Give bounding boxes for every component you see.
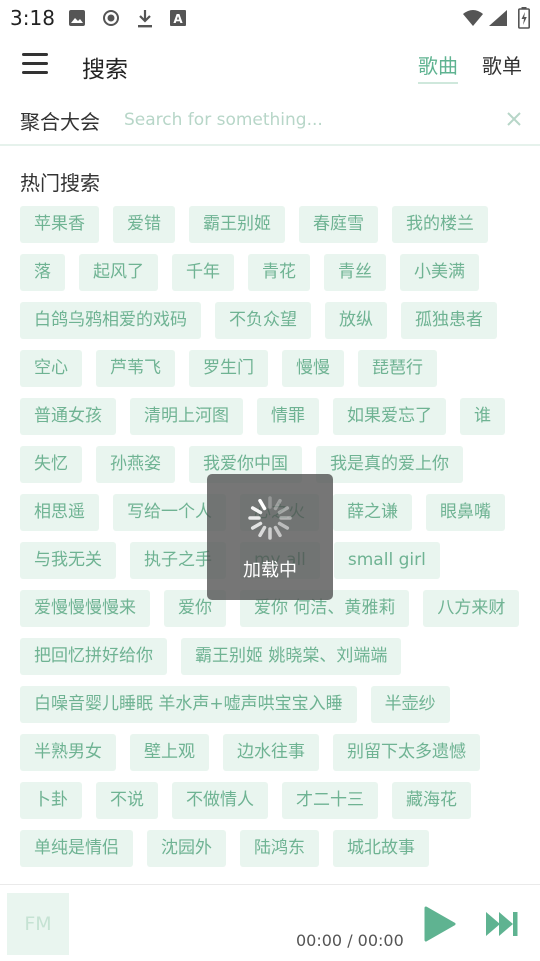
loading-text: 加载中 [243, 560, 297, 581]
page-title: 搜索 [82, 57, 128, 83]
hot-search-tag[interactable]: 清明上河图 [130, 398, 243, 435]
hot-search-tag[interactable]: 单纯是情侣 [20, 830, 133, 867]
a-icon: A [170, 10, 186, 26]
hot-search-tag[interactable]: 陆鸿东 [240, 830, 319, 867]
menu-icon[interactable] [22, 53, 48, 75]
signal-icon [489, 10, 507, 26]
spinner-tick [250, 521, 263, 530]
hot-search-tag[interactable]: 不说 [96, 782, 158, 819]
wifi-icon [463, 10, 483, 26]
tab-playlists-label: 歌单 [482, 54, 522, 78]
hot-search-tag[interactable]: 相思遥 [20, 494, 99, 531]
hot-search-tag[interactable]: 青丝 [324, 254, 386, 291]
album-cover[interactable]: FM [7, 893, 69, 955]
hot-search-tag[interactable]: 半壶纱 [370, 686, 450, 723]
hot-search-tag[interactable]: 如果爱忘了 [333, 398, 446, 435]
clear-icon[interactable] [505, 110, 523, 128]
spinner-tick [277, 506, 290, 515]
hot-search-tag[interactable]: 芦苇飞 [96, 350, 175, 387]
hot-search-tag[interactable]: 孙燕姿 [96, 446, 175, 483]
spinner-tick [277, 521, 290, 530]
status-bar: 3:18 A [0, 0, 540, 36]
spinner-icon [248, 496, 292, 540]
hot-search-tag[interactable]: 我是真的爱上你 [316, 446, 463, 483]
hot-search-tag[interactable]: 不做情人 [172, 782, 268, 819]
search-bar: 聚合大会 [0, 96, 540, 146]
hot-search-tag[interactable]: 爱慢慢慢慢来 [20, 590, 150, 627]
search-source-label[interactable]: 聚合大会 [20, 106, 100, 135]
hot-search-tag[interactable]: 谁 [460, 398, 505, 435]
hot-search-tag[interactable]: 八方来财 [423, 590, 520, 627]
loading-overlay: 加载中 [207, 474, 333, 600]
tab-songs-label: 歌曲 [418, 54, 458, 78]
hot-search-tag[interactable]: 普通女孩 [20, 398, 116, 435]
hot-search-tag[interactable]: 城北故事 [333, 830, 429, 867]
hot-search-tag[interactable]: 薛之谦 [333, 494, 412, 531]
hot-search-tag[interactable]: 壁上观 [130, 734, 209, 771]
tab-playlists[interactable]: 歌单 [482, 50, 522, 79]
hot-search-tag[interactable]: 苹果香 [20, 206, 99, 243]
hot-search-tag[interactable]: 情罪 [257, 398, 319, 435]
hot-search-tag[interactable]: 青花 [248, 254, 310, 291]
hot-search-tag[interactable]: 琵琶行 [358, 350, 437, 387]
hot-search-tag[interactable]: 落 [20, 254, 65, 291]
spinner-tick [273, 525, 282, 538]
spinner-tick [258, 525, 267, 538]
hot-search-tag[interactable]: small girl [333, 542, 440, 579]
hot-search-tag[interactable]: 眼鼻嘴 [426, 494, 505, 531]
hot-search-tag[interactable]: 千年 [172, 254, 234, 291]
download-icon [138, 10, 152, 28]
spinner-tick [273, 498, 282, 511]
top-bar: 搜索 歌曲 歌单 [0, 36, 540, 96]
play-icon[interactable] [420, 905, 458, 943]
hot-search-tag[interactable]: 起风了 [79, 254, 158, 291]
hot-search-tag[interactable]: 藏海花 [392, 782, 471, 819]
hot-search-tag[interactable]: 空心 [20, 350, 82, 387]
hot-search-tag[interactable]: 沈园外 [147, 830, 226, 867]
hot-search-tag[interactable]: 放纵 [325, 302, 387, 339]
hot-search-tag[interactable]: 卜卦 [20, 782, 82, 819]
hot-search-tag[interactable]: 别留下太多遗憾 [333, 734, 480, 771]
hot-search-title: 热门搜索 [20, 171, 100, 195]
svg-text:A: A [173, 12, 183, 26]
record-icon [103, 10, 119, 26]
mini-player: FM 00:00 / 00:00 [0, 884, 540, 961]
hot-search-tag[interactable]: 春庭雪 [299, 206, 378, 243]
tab-active-indicator [418, 82, 458, 84]
playback-time: 00:00 / 00:00 [296, 931, 404, 950]
hot-search-tag[interactable]: 才二十三 [282, 782, 378, 819]
hot-search-tag[interactable]: 慢慢 [282, 350, 344, 387]
hot-search-tag[interactable]: 把回忆拼好给你 [20, 638, 167, 675]
next-track-icon[interactable] [484, 909, 520, 939]
spinner-tick [258, 498, 267, 511]
hot-search-tag[interactable]: 爱错 [113, 206, 175, 243]
hot-search-tag[interactable]: 白噪音婴儿睡眠 羊水声+嘘声哄宝宝入睡 [20, 686, 357, 723]
hot-search-tag[interactable]: 小美满 [400, 254, 479, 291]
hot-search-tag[interactable]: 罗生门 [189, 350, 268, 387]
search-input[interactable] [124, 106, 494, 134]
hot-search-tag[interactable]: 白鸽乌鸦相爱的戏码 [20, 302, 201, 339]
tab-songs[interactable]: 歌曲 [418, 50, 458, 84]
battery-charging-icon [518, 7, 530, 29]
hot-search-tag[interactable]: 孤独患者 [401, 302, 497, 339]
spinner-tick [250, 506, 263, 515]
hot-search-tag[interactable]: 边水往事 [223, 734, 319, 771]
hot-search-tag[interactable]: 我的楼兰 [392, 206, 488, 243]
hot-search-tag[interactable]: 半熟男女 [20, 734, 116, 771]
status-time: 3:18 [10, 6, 55, 30]
hot-search-tag[interactable]: 霸王别姬 姚晓棠、刘端端 [181, 638, 402, 675]
hot-search-tag[interactable]: 与我无关 [20, 542, 116, 579]
image-icon [69, 10, 85, 26]
hot-search-tag[interactable]: 霸王别姬 [189, 206, 285, 243]
hot-search-tag[interactable]: 失忆 [20, 446, 82, 483]
hot-search-tag[interactable]: 不负众望 [215, 302, 311, 339]
